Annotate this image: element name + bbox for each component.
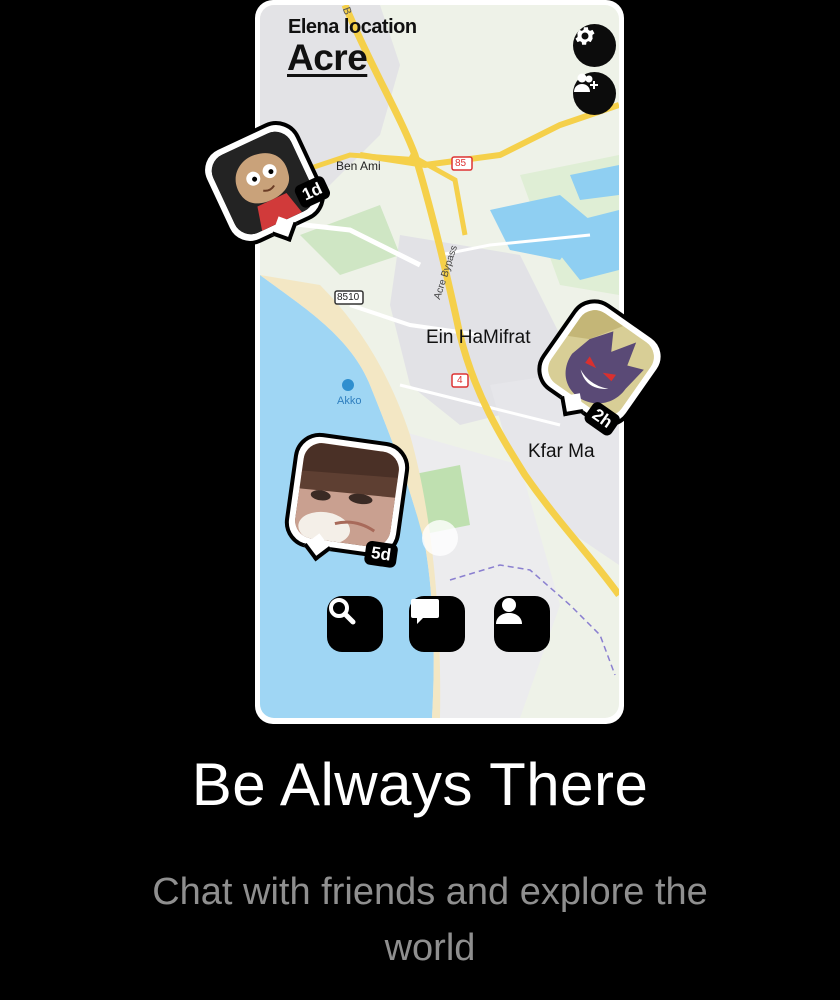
time-badge: 5d bbox=[363, 540, 399, 569]
chat-button[interactable] bbox=[409, 596, 465, 652]
map-label-akko: Akko bbox=[337, 395, 362, 407]
friend-pin-frame bbox=[281, 429, 413, 561]
location-subtitle: Elena location bbox=[288, 16, 417, 38]
add-friend-button[interactable] bbox=[573, 72, 616, 115]
settings-button[interactable] bbox=[573, 24, 616, 67]
road-shield-4: 4 bbox=[457, 375, 463, 386]
map-label-ein-hamifrat: Ein HaMifrat bbox=[426, 327, 531, 348]
profile-button[interactable] bbox=[494, 596, 550, 652]
search-icon bbox=[329, 598, 356, 625]
search-button[interactable] bbox=[327, 596, 383, 652]
girl-avatar bbox=[292, 440, 402, 550]
pin-tail bbox=[560, 393, 584, 417]
subline: Chat with friends and explore the world bbox=[152, 871, 708, 969]
headline: Be Always There bbox=[191, 751, 649, 818]
friend-pin-girl[interactable]: 5d bbox=[281, 429, 413, 569]
girl-avatar-art bbox=[292, 440, 402, 550]
map-label-kfar-masaryk: Kfar Ma bbox=[528, 441, 595, 462]
profile-icon bbox=[496, 598, 522, 624]
add-friend-icon bbox=[574, 73, 598, 92]
map-label-ben-ami: Ben Ami bbox=[336, 159, 381, 173]
gear-icon bbox=[575, 27, 595, 45]
road-shield-85: 85 bbox=[455, 158, 467, 169]
chat-icon bbox=[411, 599, 439, 624]
location-city: Acre bbox=[287, 37, 368, 78]
road-shield-8510: 8510 bbox=[337, 292, 360, 303]
